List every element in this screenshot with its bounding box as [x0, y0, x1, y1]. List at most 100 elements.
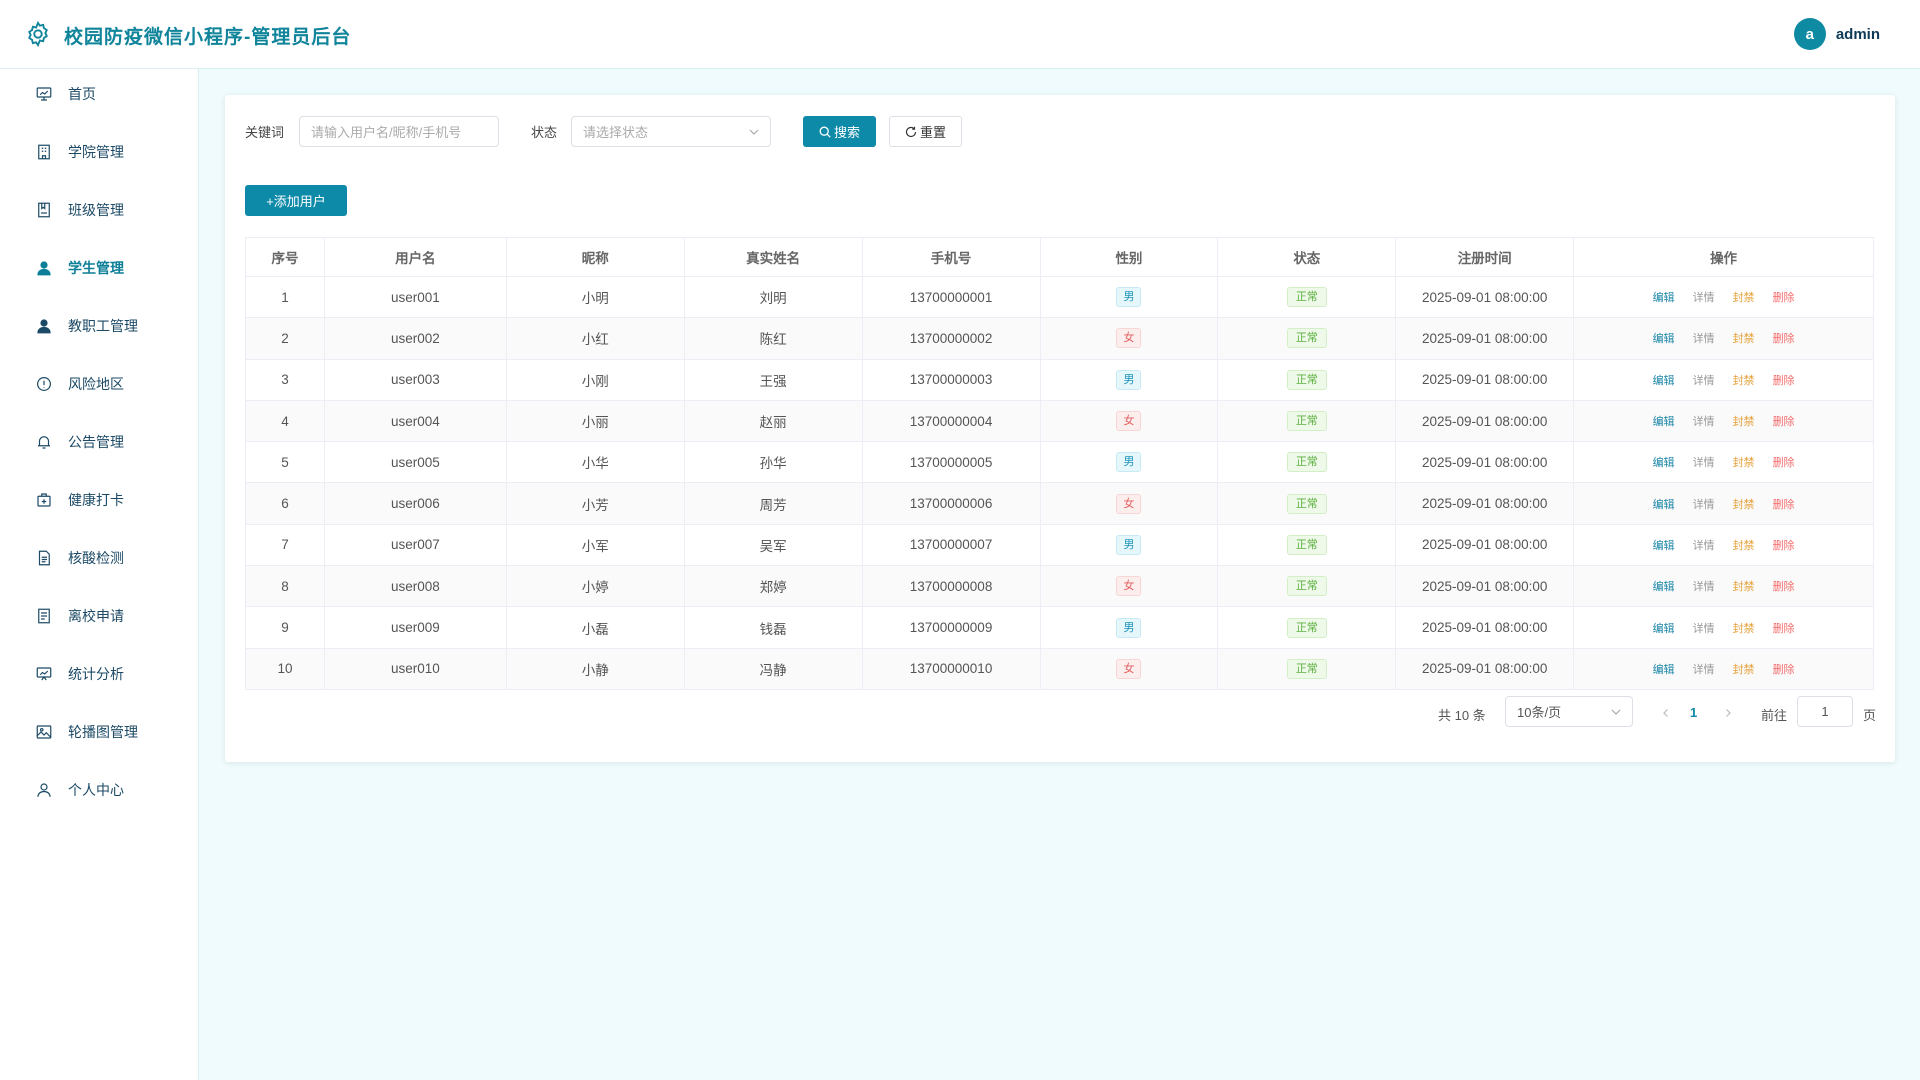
table-row: 1 user001 小明 刘明 13700000001 男 正常 2025-09-01 08:… [245, 276, 1874, 319]
sidebar-item[interactable]: 学院管理 [0, 130, 199, 174]
edit-button[interactable]: 编辑 [1653, 372, 1675, 388]
username[interactable]: admin [1836, 26, 1880, 43]
cell-actions: 编辑 详情 封禁 删除 [1573, 441, 1874, 484]
detail-button[interactable]: 详情 [1693, 496, 1715, 512]
add-user-button[interactable]: +添加用户 [245, 185, 347, 216]
sidebar-item[interactable]: 风险地区 [0, 362, 199, 406]
ban-button[interactable]: 封禁 [1733, 413, 1755, 429]
cell-nickname: 小刚 [506, 359, 685, 401]
cell-index: 2 [245, 317, 325, 360]
ban-button[interactable]: 封禁 [1733, 620, 1755, 636]
detail-button[interactable]: 详情 [1693, 289, 1715, 305]
status-select[interactable]: 请选择状态 [571, 116, 771, 147]
cell-register-time: 2025-09-01 08:00:00 [1395, 606, 1575, 649]
avatar[interactable]: a [1793, 18, 1826, 50]
sidebar-item[interactable]: 公告管理 [0, 420, 199, 464]
keyword-input[interactable]: 请输入用户名/昵称/手机号 [299, 116, 499, 147]
cell-nickname: 小军 [506, 524, 685, 567]
next-page-icon[interactable] [1723, 708, 1733, 718]
search-button[interactable]: 搜索 [803, 116, 876, 147]
delete-button[interactable]: 删除 [1773, 537, 1795, 553]
sidebar-item-label: 风险地区 [68, 376, 124, 392]
ban-button[interactable]: 封禁 [1733, 578, 1755, 594]
warning-circle-icon [37, 377, 51, 391]
edit-button[interactable]: 编辑 [1653, 496, 1675, 512]
cell-gender: 女 [1040, 565, 1219, 608]
delete-button[interactable]: 删除 [1773, 289, 1795, 305]
cell-status: 正常 [1217, 482, 1397, 525]
detail-button[interactable]: 详情 [1693, 372, 1715, 388]
goto-page-input[interactable]: 1 [1797, 696, 1853, 727]
cell-register-time: 2025-09-01 08:00:00 [1395, 276, 1575, 319]
cell-actions: 编辑 详情 封禁 删除 [1573, 359, 1874, 401]
gender-tag: 女 [1116, 411, 1142, 432]
cell-status: 正常 [1217, 606, 1397, 649]
edit-button[interactable]: 编辑 [1653, 578, 1675, 594]
edit-button[interactable]: 编辑 [1653, 330, 1675, 346]
delete-button[interactable]: 删除 [1773, 578, 1795, 594]
ban-button[interactable]: 封禁 [1733, 454, 1755, 470]
sidebar-item[interactable]: 班级管理 [0, 188, 199, 232]
prev-page-icon[interactable] [1661, 708, 1671, 718]
delete-button[interactable]: 删除 [1773, 330, 1795, 346]
detail-button[interactable]: 详情 [1693, 537, 1715, 553]
column-header: 注册时间 [1395, 237, 1575, 277]
sidebar-item[interactable]: 首页 [0, 72, 199, 116]
ban-button[interactable]: 封禁 [1733, 496, 1755, 512]
table-row: 8 user008 小婷 郑婷 13700000008 女 正常 2025-09-01 08:… [245, 565, 1874, 608]
ban-button[interactable]: 封禁 [1733, 372, 1755, 388]
edit-button[interactable]: 编辑 [1653, 661, 1675, 677]
column-header: 性别 [1040, 237, 1219, 277]
detail-button[interactable]: 详情 [1693, 578, 1715, 594]
cell-register-time: 2025-09-01 08:00:00 [1395, 482, 1575, 525]
cell-register-time: 2025-09-01 08:00:00 [1395, 317, 1575, 360]
sidebar-item[interactable]: 个人中心 [0, 768, 199, 812]
ban-button[interactable]: 封禁 [1733, 330, 1755, 346]
user-menu[interactable]: a admin [1793, 18, 1880, 50]
ban-button[interactable]: 封禁 [1733, 537, 1755, 553]
detail-button[interactable]: 详情 [1693, 413, 1715, 429]
sidebar-item[interactable]: 核酸检测 [0, 536, 199, 580]
sidebar-item[interactable]: 离校申请 [0, 594, 199, 638]
delete-button[interactable]: 删除 [1773, 454, 1795, 470]
delete-button[interactable]: 删除 [1773, 413, 1795, 429]
detail-button[interactable]: 详情 [1693, 661, 1715, 677]
gender-tag: 男 [1116, 287, 1142, 308]
edit-button[interactable]: 编辑 [1653, 620, 1675, 636]
delete-button[interactable]: 删除 [1773, 661, 1795, 677]
ban-button[interactable]: 封禁 [1733, 661, 1755, 677]
sidebar-item[interactable]: 轮播图管理 [0, 710, 199, 754]
column-header: 操作 [1573, 237, 1874, 277]
edit-button[interactable]: 编辑 [1653, 413, 1675, 429]
detail-button[interactable]: 详情 [1693, 620, 1715, 636]
cell-username: user009 [324, 606, 507, 649]
cell-realname: 刘明 [684, 276, 863, 319]
cell-username: user007 [324, 524, 507, 567]
cell-actions: 编辑 详情 封禁 删除 [1573, 648, 1874, 690]
sidebar-item[interactable]: 教职工管理 [0, 304, 199, 348]
detail-button[interactable]: 详情 [1693, 454, 1715, 470]
cell-status: 正常 [1217, 400, 1397, 443]
user-outline-icon [37, 783, 51, 797]
detail-button[interactable]: 详情 [1693, 330, 1715, 346]
sidebar-item[interactable]: 健康打卡 [0, 478, 199, 522]
delete-button[interactable]: 删除 [1773, 372, 1795, 388]
delete-button[interactable]: 删除 [1773, 620, 1795, 636]
reset-button[interactable]: 重置 [889, 116, 962, 147]
cell-index: 5 [245, 441, 325, 484]
status-badge: 正常 [1286, 658, 1327, 679]
edit-button[interactable]: 编辑 [1653, 454, 1675, 470]
edit-button[interactable]: 编辑 [1653, 537, 1675, 553]
delete-button[interactable]: 删除 [1773, 496, 1795, 512]
cell-register-time: 2025-09-01 08:00:00 [1395, 359, 1575, 401]
cell-actions: 编辑 详情 封禁 删除 [1573, 317, 1874, 360]
current-page[interactable]: 1 [1690, 705, 1697, 720]
edit-button[interactable]: 编辑 [1653, 289, 1675, 305]
ban-button[interactable]: 封禁 [1733, 289, 1755, 305]
sidebar-item[interactable]: 学生管理 [0, 246, 199, 290]
cell-gender: 男 [1040, 276, 1219, 319]
page-size-select[interactable]: 10条/页 [1505, 696, 1633, 727]
cell-status: 正常 [1217, 648, 1397, 690]
table-header-row: 序号 用户名 昵称 真实姓名 手机号 性别 状态 注册时间 操作 [245, 237, 1874, 277]
sidebar-item[interactable]: 统计分析 [0, 652, 199, 696]
